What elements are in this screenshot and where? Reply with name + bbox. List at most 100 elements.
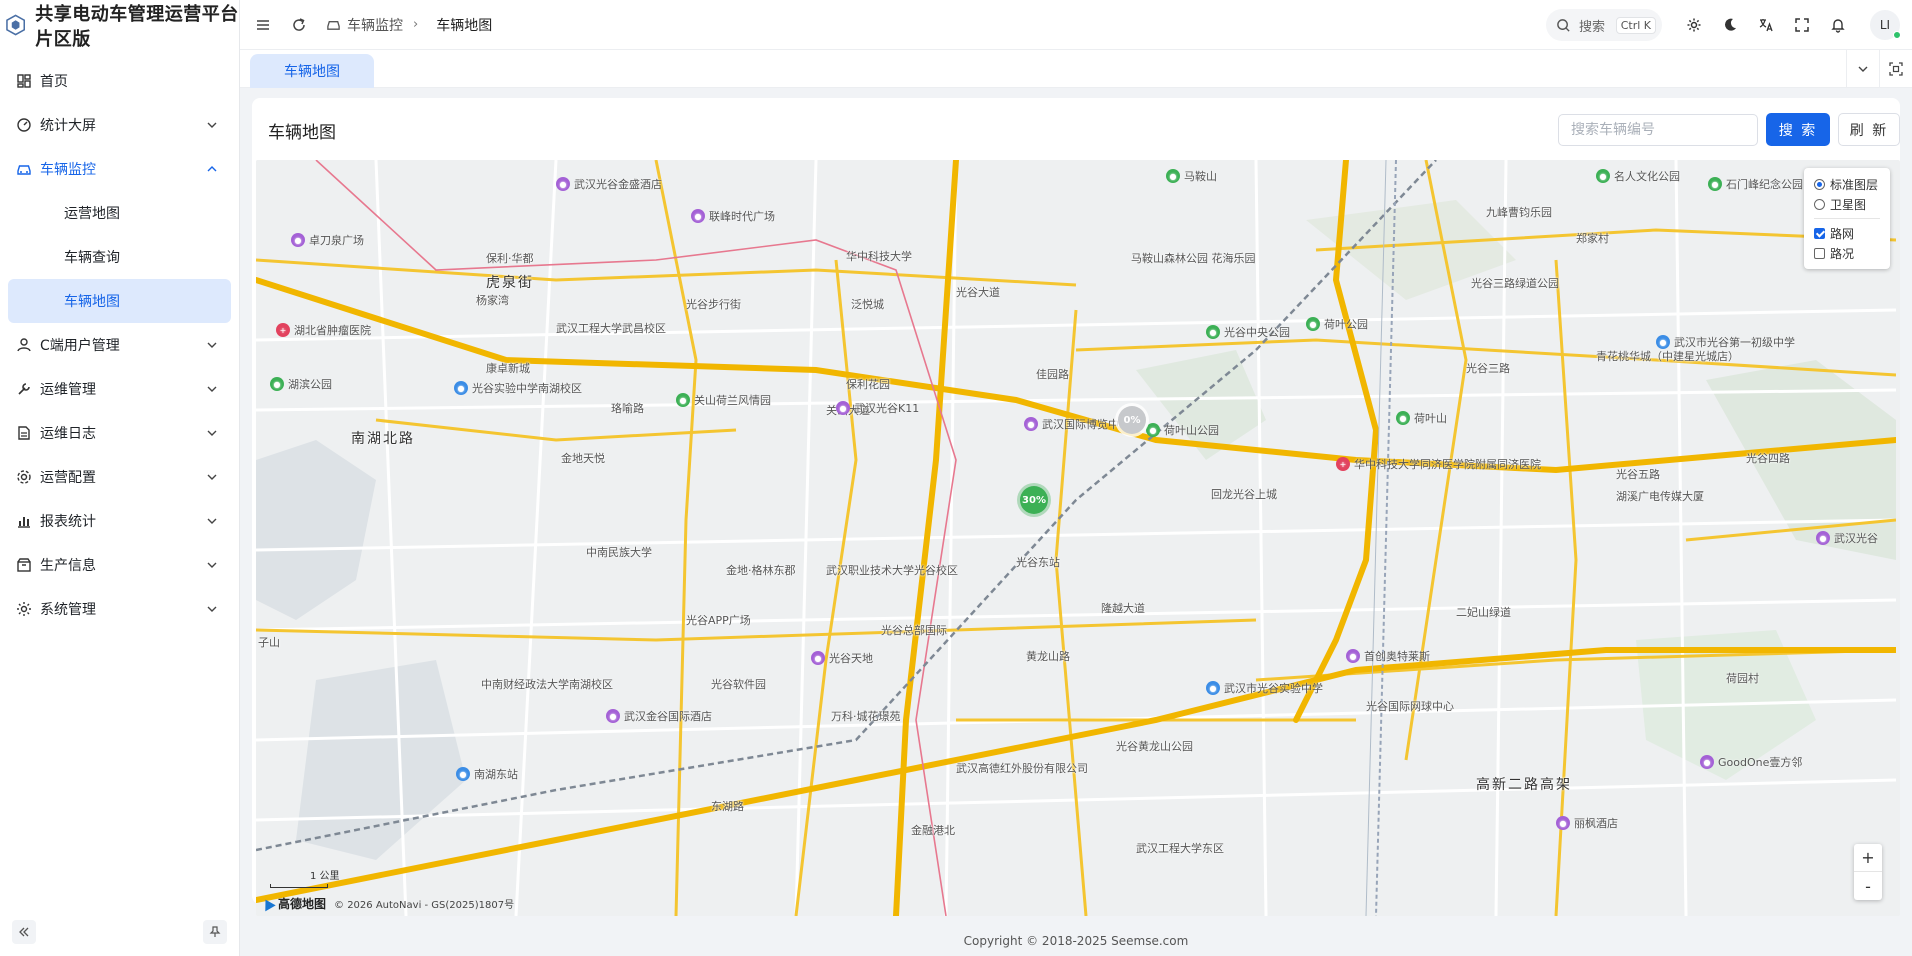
vehicle-map[interactable]: 虎泉街 南湖北路 高新二路高架 光谷大道 华中科技大学 光谷步行街 马鞍山森林公…	[256, 160, 1900, 916]
search-button[interactable]: 搜 索	[1766, 113, 1830, 146]
gear-icon	[17, 470, 31, 484]
map-poi[interactable]: ● 武汉光谷	[1816, 530, 1878, 546]
sidebar-item-maintenance[interactable]: 运维管理	[0, 367, 239, 411]
zoom-out-button[interactable]: -	[1854, 872, 1882, 900]
map-poi[interactable]: ● 武汉市光谷实验中学	[1206, 680, 1323, 696]
scale-label: 1 公里	[310, 871, 340, 882]
map-poi[interactable]: ● 联峰时代广场	[691, 208, 775, 224]
map-poi[interactable]: ● 光谷中央公园	[1206, 324, 1290, 340]
chevron-down-icon	[207, 342, 217, 348]
map-poi[interactable]: ● 丽枫酒店	[1556, 815, 1618, 831]
park-icon: ●	[1146, 423, 1160, 437]
cluster-label: 0%	[1123, 414, 1141, 426]
map-poi[interactable]: ● 荷叶山	[1396, 410, 1447, 426]
pin-sidebar-button[interactable]	[203, 920, 227, 944]
map-label: 金融港北	[911, 824, 955, 837]
poi-label: 联峰时代广场	[709, 210, 775, 223]
poi-label: 武汉光谷	[1834, 532, 1878, 545]
map-poi[interactable]: ● 武汉市光谷第一初级中学	[1656, 334, 1795, 350]
avatar[interactable]: LI	[1870, 10, 1901, 40]
map-poi[interactable]: ● 武汉国际博览中心	[1024, 416, 1130, 432]
sidebar-subitem-operation-map[interactable]: 运营地图	[0, 191, 239, 235]
map-label: 南湖北路	[351, 431, 415, 447]
sidebar-item-vehicle-monitor[interactable]: 车辆监控	[0, 147, 239, 191]
notifications-button[interactable]	[1820, 7, 1856, 43]
map-poi[interactable]: ● 荷叶山公园	[1146, 422, 1219, 438]
map-label: 金地·格林东郡	[726, 564, 796, 577]
zoom-in-button[interactable]: +	[1854, 844, 1882, 872]
layer-option-satellite[interactable]: 卫星图	[1814, 194, 1880, 214]
sidebar-item-production-info[interactable]: 生产信息	[0, 543, 239, 587]
refresh-button[interactable]: 刷 新	[1838, 113, 1900, 146]
map-label: 光谷软件园	[711, 678, 766, 691]
mountain-icon: ●	[1166, 169, 1180, 183]
sidebar-item-c-user-management[interactable]: C端用户管理	[0, 323, 239, 367]
map-poi[interactable]: + 华中科技大学同济医学院附属同济医院	[1336, 456, 1541, 472]
fullscreen-button[interactable]	[1784, 7, 1820, 43]
sidebar-menu: 首页 统计大屏 车辆监控 运营地图 车辆查询 车辆地图 C端用户管理 运维管理 …	[0, 59, 239, 631]
global-search[interactable]: 搜索 Ctrl K	[1546, 9, 1662, 41]
map-label: 光谷总部国际	[881, 624, 947, 637]
map-poi[interactable]: ● 荷叶公园	[1306, 316, 1368, 332]
language-button[interactable]	[1748, 7, 1784, 43]
map-poi[interactable]: ● 关山荷兰风情园	[676, 392, 771, 408]
map-label: 武汉工程大学武昌校区	[556, 322, 666, 335]
map-poi[interactable]: ● 光谷天地	[811, 650, 873, 666]
vehicle-cluster-marker[interactable]: 0%	[1118, 406, 1146, 434]
sidebar-item-system-management[interactable]: 系统管理	[0, 587, 239, 631]
pin-icon	[209, 926, 221, 937]
map-poi[interactable]: ● 南湖东站	[456, 766, 518, 782]
document-icon	[18, 426, 30, 440]
sidebar-item-operation-config[interactable]: 运营配置	[0, 455, 239, 499]
shopping-icon: ●	[1700, 755, 1714, 769]
collapse-sidebar-button[interactable]	[12, 920, 36, 944]
layer-label: 路况	[1830, 246, 1855, 261]
hospital-icon: +	[1336, 457, 1350, 471]
map-poi[interactable]: ● 光谷实验中学南湖校区	[454, 380, 582, 396]
vehicle-search-input[interactable]	[1558, 114, 1758, 146]
tabs-bar: 车辆地图	[240, 50, 1912, 88]
menu-toggle-icon[interactable]	[254, 16, 272, 34]
poi-label: 马鞍山	[1184, 170, 1217, 183]
vehicle-cluster-marker[interactable]: 30%	[1020, 486, 1048, 514]
tabs-dropdown-button[interactable]	[1846, 50, 1879, 88]
layer-toggle-roads[interactable]: 路网	[1814, 223, 1880, 243]
park-icon: ●	[676, 393, 690, 407]
map-label: 武汉职业技术大学光谷校区	[826, 564, 958, 577]
sidebar-subitem-vehicle-query[interactable]: 车辆查询	[0, 235, 239, 279]
tabs-maximize-button[interactable]	[1879, 50, 1912, 88]
map-attribution: 高德地图 © 2026 AutoNavi - GS(2025)1807号	[260, 895, 514, 912]
sidebar-item-label: 运维管理	[40, 382, 96, 398]
map-label: 武汉工程大学东区	[1136, 842, 1224, 855]
tab-vehicle-map[interactable]: 车辆地图	[250, 54, 374, 88]
sidebar-item-stats-screen[interactable]: 统计大屏	[0, 103, 239, 147]
map-poi[interactable]: + 湖北省肿瘤医院	[276, 322, 371, 338]
map-poi[interactable]: ● 卓刀泉广场	[291, 232, 364, 248]
poi-label: 华中科技大学同济医学院附属同济医院	[1354, 458, 1541, 471]
map-poi[interactable]: ● 武汉光谷金盛酒店	[556, 176, 662, 192]
map-label: 二妃山绿道	[1456, 606, 1511, 619]
layer-option-standard[interactable]: 标准图层	[1814, 174, 1880, 194]
sidebar-item-label: C端用户管理	[40, 338, 120, 354]
sidebar-item-home[interactable]: 首页	[0, 59, 239, 103]
chevron-up-icon	[207, 166, 217, 172]
theme-toggle-button[interactable]	[1712, 7, 1748, 43]
layer-toggle-traffic[interactable]: 路况	[1814, 243, 1880, 263]
sidebar-subitem-vehicle-map[interactable]: 车辆地图	[8, 279, 231, 323]
sidebar-item-maintenance-log[interactable]: 运维日志	[0, 411, 239, 455]
refresh-icon[interactable]	[290, 16, 308, 34]
preferences-button[interactable]	[1676, 7, 1712, 43]
map-poi[interactable]: ● 武汉光谷K11	[836, 400, 919, 416]
map-poi[interactable]: ● 马鞍山	[1166, 168, 1217, 184]
map-poi[interactable]: ● 石门峰纪念公园	[1708, 176, 1803, 192]
park-icon: ●	[1596, 169, 1610, 183]
cluster-label: 30%	[1022, 494, 1046, 506]
map-poi[interactable]: ● GoodOne壹方邻	[1700, 754, 1802, 770]
map-poi[interactable]: ● 武汉金谷国际酒店	[606, 708, 712, 724]
sidebar-item-reports[interactable]: 报表统计	[0, 499, 239, 543]
map-poi[interactable]: ● 名人文化公园	[1596, 168, 1680, 184]
map-poi[interactable]: ● 首创奥特莱斯	[1346, 648, 1430, 664]
poi-label: 丽枫酒店	[1574, 817, 1618, 830]
map-poi[interactable]: ● 湖滨公园	[270, 376, 332, 392]
breadcrumb-item[interactable]: 车辆监控	[347, 15, 403, 35]
